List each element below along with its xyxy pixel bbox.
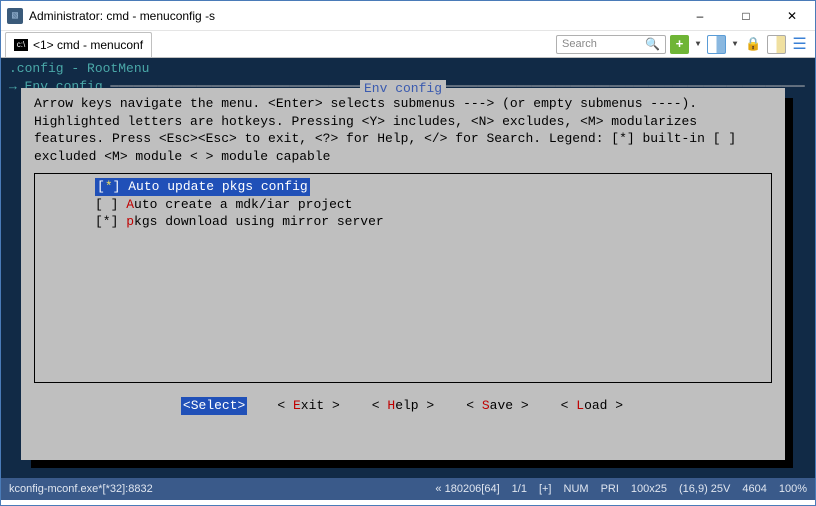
layout-button[interactable] [767,35,786,54]
terminal-area[interactable]: .config - RootMenu → Env config ────────… [1,58,815,478]
help-button[interactable]: < Help > [370,397,436,415]
status-position: 1/1 [512,483,527,495]
action-bar: <Select> < Exit > < Help > < Save > < Lo… [34,397,772,415]
status-num: NUM [564,483,589,495]
hotkey: A [128,179,136,194]
menu-content: Arrow keys navigate the menu. <Enter> se… [22,89,784,421]
options-list: [*] Auto update pkgs config [ ] Auto cre… [34,173,772,383]
maximize-button[interactable]: □ [723,1,769,30]
status-pri: PRI [601,483,619,495]
status-right: « 180206[64] 1/1 [+] NUM PRI 100x25 (16,… [435,483,807,495]
lock-icon[interactable]: 🔒 [744,35,763,54]
config-path: .config - RootMenu [9,60,807,78]
status-pid: 4604 [742,483,766,495]
load-button[interactable]: < Load > [559,397,625,415]
search-icon: 🔍 [645,37,660,51]
cmd-icon: c:\ [14,39,28,51]
status-zoom: 100% [779,483,807,495]
status-insert: [+] [539,483,552,495]
title-bar: ▧ Administrator: cmd - menuconfig -s – □… [1,1,815,31]
new-tab-dropdown[interactable]: ▼ [693,35,703,54]
window-title: Administrator: cmd - menuconfig -s [29,9,215,23]
save-button[interactable]: < Save > [464,397,530,415]
hotkey: A [126,197,134,212]
tab-bar: c:\ <1> cmd - menuconf Search 🔍 + ▼ ▼ 🔒 … [1,31,815,58]
window-controls: – □ ✕ [677,1,815,30]
search-input[interactable]: Search 🔍 [556,35,666,54]
option-auto-update[interactable]: [*] Auto update pkgs config [35,178,771,196]
new-tab-button[interactable]: + [670,35,689,54]
search-placeholder: Search [562,38,597,50]
option-auto-create[interactable]: [ ] Auto create a mdk/iar project [35,196,771,214]
menu-title: Env config [360,80,446,98]
split-dropdown[interactable]: ▼ [730,35,740,54]
status-size: 100x25 [631,483,667,495]
split-pane-button[interactable] [707,35,726,54]
menu-box: Env config Arrow keys navigate the menu.… [21,88,785,460]
app-icon: ▧ [7,8,23,24]
tab-cmd[interactable]: c:\ <1> cmd - menuconf [5,32,152,57]
status-cursor: (16,9) 25V [679,483,730,495]
help-text: Arrow keys navigate the menu. <Enter> se… [34,95,772,165]
select-button[interactable]: <Select> [181,397,247,415]
hamburger-menu-icon[interactable]: ☰ [790,35,809,54]
close-button[interactable]: ✕ [769,1,815,30]
option-pkgs-mirror[interactable]: [*] pkgs download using mirror server [35,213,771,231]
status-file: kconfig-mconf.exe*[*32]:8832 [9,483,153,495]
hotkey: p [126,214,134,229]
toolbar: Search 🔍 + ▼ ▼ 🔒 ☰ [556,35,815,54]
minimize-button[interactable]: – [677,1,723,30]
status-bar: kconfig-mconf.exe*[*32]:8832 « 180206[64… [1,478,815,500]
status-encoding: « 180206[64] [435,483,499,495]
tab-label: <1> cmd - menuconf [33,38,143,52]
exit-button[interactable]: < Exit > [275,397,341,415]
